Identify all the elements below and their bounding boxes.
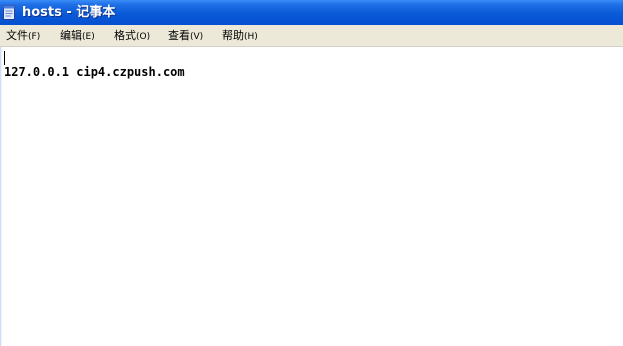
notepad-window: hosts - 记事本 文件(F) 编辑(E) 格式(O) 查看(V) 帮助(H… bbox=[0, 0, 623, 346]
menu-view-accel: (V) bbox=[190, 32, 204, 42]
notepad-icon[interactable] bbox=[2, 4, 17, 21]
text-line-2[interactable]: 127.0.0.1 cip4.czpush.com bbox=[4, 65, 185, 80]
menu-bar: 文件(F) 编辑(E) 格式(O) 查看(V) 帮助(H) bbox=[0, 25, 623, 47]
menu-help-label: 帮助 bbox=[222, 29, 244, 42]
menu-format-accel: (O) bbox=[136, 32, 151, 42]
menu-file-label: 文件 bbox=[6, 29, 28, 42]
menu-help[interactable]: 帮助(H) bbox=[221, 28, 259, 45]
menu-format-label: 格式 bbox=[114, 29, 136, 42]
menu-help-accel: (H) bbox=[244, 32, 258, 42]
menu-edit-accel: (E) bbox=[82, 32, 95, 42]
text-caret bbox=[4, 51, 5, 65]
text-editor-area[interactable] bbox=[0, 47, 623, 346]
menu-file[interactable]: 文件(F) bbox=[5, 28, 41, 45]
title-bar[interactable]: hosts - 记事本 bbox=[0, 0, 623, 25]
menu-view-label: 查看 bbox=[168, 29, 190, 42]
editor-left-edge bbox=[0, 47, 2, 346]
menu-format[interactable]: 格式(O) bbox=[113, 28, 151, 45]
menu-edit[interactable]: 编辑(E) bbox=[59, 28, 96, 45]
window-title: hosts - 记事本 bbox=[22, 5, 116, 20]
menu-edit-label: 编辑 bbox=[60, 29, 82, 42]
menu-file-accel: (F) bbox=[28, 32, 41, 42]
menu-view[interactable]: 查看(V) bbox=[167, 28, 204, 45]
